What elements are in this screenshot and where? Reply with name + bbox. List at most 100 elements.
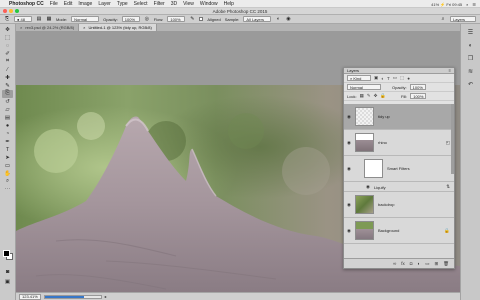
layer-smart-filters[interactable]: ◉ Smart Filters	[344, 156, 454, 182]
new-adjustment-icon[interactable]: ◐	[418, 261, 421, 266]
filter-adjustment-icon[interactable]: ◐	[381, 76, 384, 81]
tab-close-icon[interactable]: ×	[20, 25, 22, 30]
screen-mode-icon[interactable]: ▣	[2, 278, 13, 286]
layer-style-icon[interactable]: fx	[401, 261, 405, 266]
clone-stamp-tool-icon[interactable]: ⎘	[4, 16, 10, 22]
brush-icon[interactable]: ✎	[2, 82, 13, 90]
flow-field[interactable]: 100%	[167, 16, 186, 22]
healing-icon[interactable]: ✚	[2, 74, 13, 82]
clone-stamp-icon[interactable]: ⎘	[2, 90, 13, 98]
lock-all-icon[interactable]: 🔒	[380, 93, 386, 99]
close-window-icon[interactable]	[3, 9, 7, 13]
visibility-eye-icon[interactable]: ◉	[347, 166, 351, 172]
lasso-icon[interactable]: ◌	[2, 42, 13, 50]
clone-source-icon[interactable]: ▦	[46, 16, 52, 22]
blend-mode-select[interactable]: Normal	[347, 84, 381, 90]
channels-icon[interactable]: ≋	[466, 67, 475, 76]
delete-layer-icon[interactable]: 🗑	[443, 261, 449, 267]
kind-filter-select[interactable]: ⌕ Kind	[347, 75, 371, 81]
marquee-icon[interactable]: ⬚	[2, 34, 13, 42]
spotlight-icon[interactable]: ⌕	[466, 2, 468, 7]
hand-icon[interactable]: ✋	[2, 170, 13, 178]
workspace-select[interactable]: Layers	[450, 16, 476, 22]
status-arrow-icon[interactable]: ▸	[105, 294, 107, 299]
filter-type-icon[interactable]: T	[387, 76, 390, 81]
sample-select[interactable]: All Layers	[243, 16, 272, 22]
brush-panel-icon[interactable]: ▤	[36, 16, 42, 22]
visibility-eye-icon[interactable]: ◉	[347, 114, 351, 120]
search-icon[interactable]: ⌕	[440, 16, 446, 22]
menu-layer[interactable]: Layer	[98, 1, 111, 7]
tab-close-icon[interactable]: ×	[83, 25, 85, 30]
layer-backdrop[interactable]: ◉ backdrop	[344, 192, 454, 218]
layer-opacity-field[interactable]: 100%	[409, 84, 426, 90]
history-brush-icon[interactable]: ↺	[2, 98, 13, 106]
tab-document-2[interactable]: × Untitled-1 @ 123% (tidy up, RGB/8)	[79, 24, 157, 31]
dodge-icon[interactable]: ◔	[2, 130, 13, 138]
minimize-window-icon[interactable]	[9, 9, 13, 13]
new-layer-icon[interactable]: ⊞	[435, 261, 439, 267]
pressure-opacity-icon[interactable]: ◎	[144, 16, 150, 22]
shape-icon[interactable]: ▭	[2, 162, 13, 170]
aligned-checkbox[interactable]	[199, 17, 204, 21]
airbrush-icon[interactable]: ✎	[189, 16, 195, 22]
menu-select[interactable]: Select	[134, 1, 148, 7]
zoom-window-icon[interactable]	[15, 9, 19, 13]
menu-edit[interactable]: Edit	[64, 1, 73, 7]
lock-position-icon[interactable]: ✥	[374, 93, 378, 99]
visibility-eye-icon[interactable]: ◉	[347, 202, 351, 208]
link-layers-icon[interactable]: ∞	[393, 261, 396, 266]
adjustments-icon[interactable]: ◐	[466, 41, 475, 50]
ignore-adjustment-icon[interactable]: ◐	[275, 16, 281, 22]
more-tools-icon[interactable]: ⋯	[2, 186, 13, 194]
filter-shape-icon[interactable]: ▭	[393, 75, 397, 81]
pressure-size-icon[interactable]: ◉	[285, 16, 291, 22]
eraser-icon[interactable]: ▱	[2, 106, 13, 114]
filter-smart-icon[interactable]: ⬚	[400, 75, 404, 81]
properties-icon[interactable]: ☰	[466, 28, 475, 37]
layers-scrollbar[interactable]	[451, 104, 454, 174]
menu-list-icon[interactable]: ☰	[472, 2, 476, 7]
blur-icon[interactable]: ●	[2, 122, 13, 130]
layer-liquify[interactable]: ◉ Liquify ⇅	[344, 182, 454, 192]
foreground-color-swatch[interactable]	[3, 250, 10, 257]
filter-options-icon[interactable]: ⇅	[446, 184, 450, 190]
menu-file[interactable]: File	[50, 1, 58, 7]
layer-fill-field[interactable]: 100%	[410, 93, 427, 99]
filter-pixel-icon[interactable]: ▣	[374, 75, 378, 81]
path-select-icon[interactable]: ➤	[2, 154, 13, 162]
add-mask-icon[interactable]: ◘	[410, 261, 413, 266]
panel-menu-icon[interactable]: ≡	[449, 68, 451, 73]
filter-toggle-icon[interactable]: ●	[407, 76, 410, 81]
menu-app[interactable]: Photoshop CC	[9, 1, 44, 7]
menu-view[interactable]: View	[183, 1, 194, 7]
opacity-field[interactable]: 100%	[121, 16, 140, 22]
lock-transparent-icon[interactable]: ▦	[360, 93, 364, 99]
brush-size-picker[interactable]: ● 48	[14, 16, 32, 22]
visibility-eye-icon[interactable]: ◉	[347, 140, 351, 146]
gradient-icon[interactable]: ▤	[2, 114, 13, 122]
quick-select-icon[interactable]: ✐	[2, 50, 13, 58]
menu-window[interactable]: Window	[200, 1, 218, 7]
menu-image[interactable]: Image	[78, 1, 92, 7]
move-icon[interactable]: ✥	[2, 26, 13, 34]
visibility-eye-icon[interactable]: ◉	[366, 184, 370, 190]
menu-type[interactable]: Type	[117, 1, 128, 7]
menu-3d[interactable]: 3D	[171, 1, 177, 7]
tab-document-1[interactable]: × rex3.psd @ 24.2% (RGB/8)	[16, 24, 80, 31]
history-icon[interactable]: ↶	[466, 80, 475, 89]
crop-icon[interactable]: ⌗	[2, 58, 13, 66]
layers-icon[interactable]: ❐	[466, 54, 475, 63]
layers-panel-header[interactable]: Layers ≡	[344, 68, 454, 74]
menu-filter[interactable]: Filter	[154, 1, 165, 7]
lock-pixels-icon[interactable]: ✎	[367, 93, 371, 99]
zoom-level-field[interactable]: 123.41%	[19, 293, 41, 300]
visibility-eye-icon[interactable]: ◉	[347, 228, 351, 234]
layer-rhino[interactable]: ◉ rhino ◰	[344, 130, 454, 156]
eyedropper-icon[interactable]: ⁄	[2, 66, 13, 74]
layer-tidy-up[interactable]: ◉ tidy up	[344, 104, 454, 130]
quick-mask-icon[interactable]: ◙	[2, 268, 13, 276]
new-group-icon[interactable]: ▭	[425, 261, 429, 267]
pen-icon[interactable]: ✒	[2, 138, 13, 146]
layer-background[interactable]: ◉ Background 🔒	[344, 218, 454, 244]
